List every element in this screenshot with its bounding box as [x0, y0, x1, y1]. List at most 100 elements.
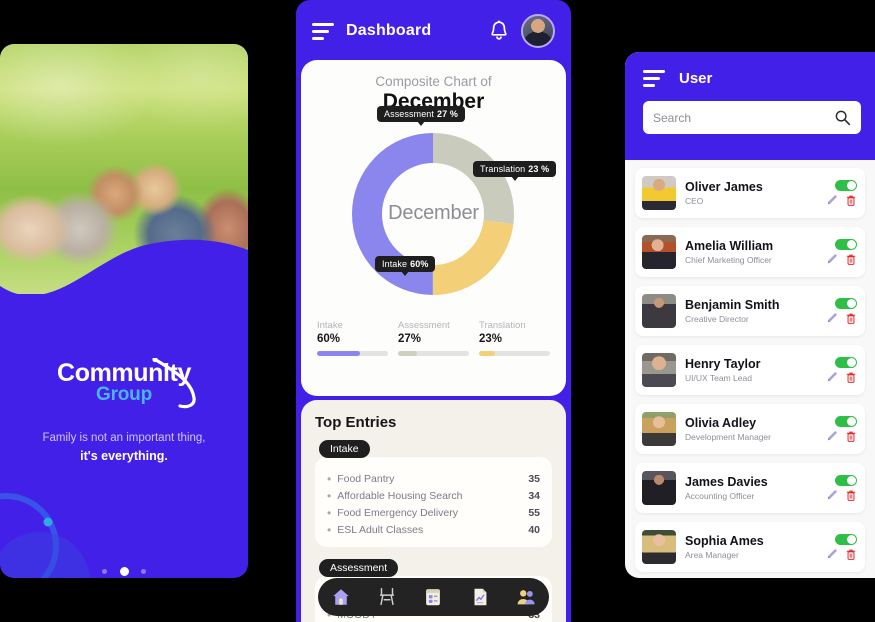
user-row[interactable]: James Davies Accounting Officer	[635, 463, 865, 513]
legend-assessment-name: Assessment	[398, 320, 450, 331]
pencil-icon[interactable]	[826, 430, 838, 442]
carousel-dot-2[interactable]	[119, 567, 129, 577]
entries-box: • Food Pantry 35 • Affordable Housing Search…	[315, 457, 552, 547]
legend-item-translation: Translation 23%	[479, 320, 550, 356]
bullet-icon: •	[327, 505, 332, 520]
report-chart-icon[interactable]	[469, 586, 491, 608]
user-actions	[815, 356, 857, 384]
user-actions	[815, 415, 857, 443]
user-actions	[815, 474, 857, 502]
status-toggle[interactable]	[835, 179, 857, 191]
user-row[interactable]: Oliver James CEO	[635, 168, 865, 218]
status-toggle[interactable]	[835, 238, 857, 250]
carousel-dot-3[interactable]	[140, 569, 146, 575]
clipboard-list-icon[interactable]	[422, 586, 444, 608]
row-icon-row	[826, 194, 857, 207]
tooltip-translation-label: Translation	[480, 164, 526, 174]
legend-intake-name: Intake	[317, 320, 343, 331]
home-icon[interactable]	[330, 586, 352, 608]
status-toggle[interactable]	[835, 415, 857, 427]
carousel-dots[interactable]	[0, 563, 248, 578]
trash-icon[interactable]	[845, 312, 857, 325]
chart-legend: Intake 60% Assessment 27% Translation 23…	[301, 314, 566, 356]
page-title: Dashboard	[346, 22, 432, 39]
row-icon-row	[826, 312, 857, 325]
user-name: Amelia William	[685, 238, 774, 253]
entry-label: Affordable Housing Search	[337, 489, 463, 502]
legend-item-assessment: Assessment 27%	[398, 320, 469, 356]
user-name: Oliver James	[685, 179, 763, 194]
tooltip-translation-value: 23 %	[528, 164, 550, 174]
pencil-icon[interactable]	[826, 371, 838, 383]
search-box[interactable]	[643, 101, 861, 134]
legend-translation-value: 23%	[479, 333, 503, 345]
bullet-icon: •	[327, 488, 332, 503]
entry-value: 40	[528, 523, 540, 536]
trash-icon[interactable]	[845, 371, 857, 384]
search-input[interactable]	[653, 110, 834, 125]
user-role: Area Manager	[685, 550, 739, 561]
status-toggle[interactable]	[835, 356, 857, 368]
trash-icon[interactable]	[845, 489, 857, 502]
entry-row[interactable]: • Affordable Housing Search 34	[327, 487, 540, 504]
app-logo: Community Group	[0, 359, 248, 406]
tooltip-assessment-value: 27 %	[437, 109, 458, 119]
composite-chart-card: Composite Chart of December December Ass…	[301, 60, 566, 396]
status-toggle[interactable]	[835, 474, 857, 486]
user-row[interactable]: Sophia Ames Area Manager	[635, 522, 865, 572]
entry-row[interactable]: • Food Pantry 35	[327, 470, 540, 487]
tooltip-assessment: Assessment 27 %	[377, 106, 465, 126]
trash-icon[interactable]	[845, 430, 857, 443]
user-actions	[815, 297, 857, 325]
entries-chip: Assessment	[319, 559, 399, 577]
users-group-icon[interactable]	[515, 586, 537, 608]
tooltip-intake: Intake 60%	[375, 256, 436, 276]
user-page-title: User	[679, 70, 713, 87]
pencil-icon[interactable]	[826, 548, 838, 560]
avatar	[642, 530, 676, 564]
avatar[interactable]	[521, 14, 555, 48]
avatar	[642, 294, 676, 328]
pencil-icon[interactable]	[826, 312, 838, 324]
search-icon[interactable]	[834, 109, 851, 126]
hamburger-icon[interactable]	[643, 70, 665, 87]
entry-value: 55	[528, 506, 540, 519]
legend-translation-track	[479, 351, 550, 356]
entry-row[interactable]: • Food Emergency Delivery 55	[327, 504, 540, 521]
entry-label: Food Pantry	[337, 472, 395, 485]
trash-icon[interactable]	[845, 194, 857, 207]
pencil-icon[interactable]	[826, 194, 838, 206]
bottom-navigation[interactable]	[318, 578, 549, 616]
tooltip-intake-value: 60%	[410, 259, 429, 269]
legend-translation-name: Translation	[479, 320, 526, 331]
entry-value: 34	[528, 489, 540, 502]
chair-icon[interactable]	[376, 586, 398, 608]
pencil-icon[interactable]	[826, 489, 838, 501]
user-role: UI/UX Team Lead	[685, 373, 752, 384]
bell-icon[interactable]	[489, 20, 509, 42]
entries-chip: Intake	[319, 440, 370, 458]
user-info: Oliver James CEO	[685, 180, 815, 206]
pencil-icon[interactable]	[826, 253, 838, 265]
entry-row[interactable]: • ESL Adult Classes 40	[327, 521, 540, 538]
trash-icon[interactable]	[845, 548, 857, 561]
user-list: Oliver James CEO Amelia William Chief Marke…	[625, 160, 875, 572]
user-role: Creative Director	[685, 314, 749, 325]
status-toggle[interactable]	[835, 297, 857, 309]
status-toggle[interactable]	[835, 533, 857, 545]
tooltip-intake-label: Intake	[382, 259, 408, 269]
carousel-dot-1[interactable]	[102, 569, 108, 575]
legend-assessment-fill	[398, 351, 418, 356]
user-row[interactable]: Amelia William Chief Marketing Officer	[635, 227, 865, 277]
trash-icon[interactable]	[845, 253, 857, 266]
entry-value: 35	[528, 472, 540, 485]
wave-divider	[0, 239, 248, 314]
user-row[interactable]: Benjamin Smith Creative Director	[635, 286, 865, 336]
user-name: Henry Taylor	[685, 356, 761, 371]
hamburger-icon[interactable]	[312, 22, 334, 40]
user-row[interactable]: Olivia Adley Development Manager	[635, 404, 865, 454]
user-role: Chief Marketing Officer	[685, 255, 772, 266]
user-name: Benjamin Smith	[685, 297, 780, 312]
user-row[interactable]: Henry Taylor UI/UX Team Lead	[635, 345, 865, 395]
user-info: Olivia Adley Development Manager	[685, 416, 815, 442]
